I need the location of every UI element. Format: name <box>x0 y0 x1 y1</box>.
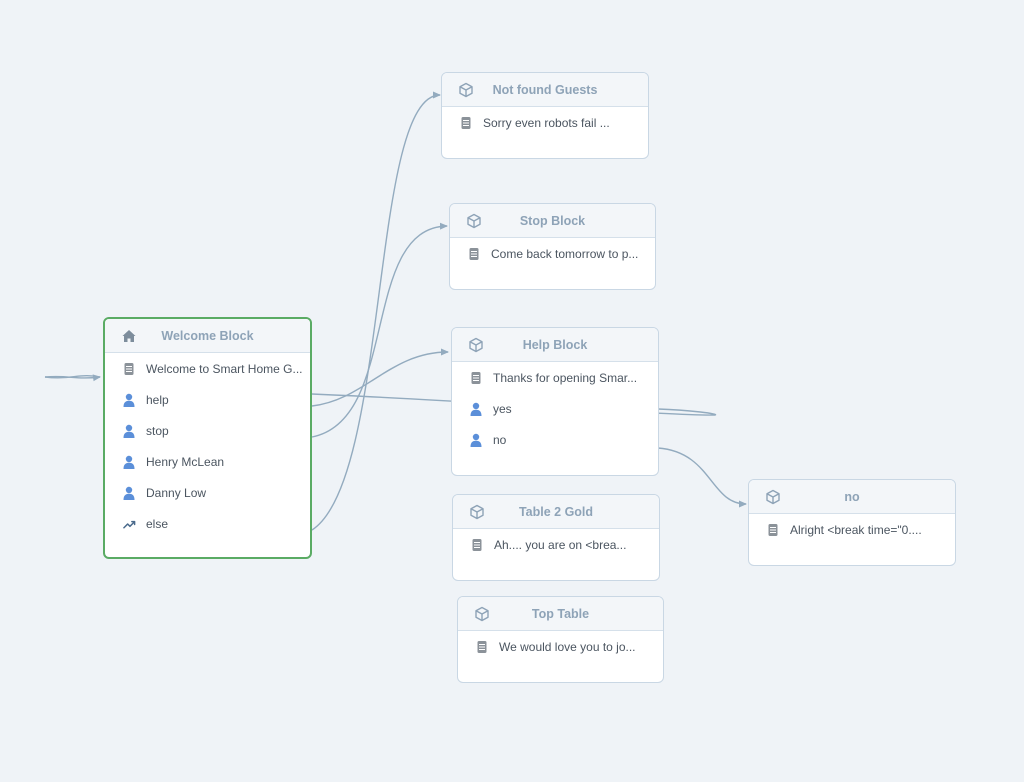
block-row-text: Sorry even robots fail ... <box>483 115 610 130</box>
stop-block[interactable]: Stop Block Come back tomorrow to p... <box>449 203 656 290</box>
help-block[interactable]: Help Block Thanks for opening Smar... ye… <box>451 327 659 476</box>
block-row-text: Alright <break time="0.... <box>790 522 922 537</box>
block-header[interactable]: no <box>749 480 955 514</box>
user-icon <box>123 424 136 438</box>
table-2-gold-row-0[interactable]: Ah.... you are on <brea... <box>453 529 659 560</box>
cube-icon <box>474 606 490 622</box>
block-header[interactable]: Stop Block <box>450 204 655 238</box>
branch-icon <box>123 517 136 531</box>
welcome-block-row-1[interactable]: help <box>105 384 310 415</box>
not-found-guests[interactable]: Not found Guests Sorry even robots fail … <box>441 72 649 159</box>
block-row-text: Thanks for opening Smar... <box>493 370 638 385</box>
block-title: Stop Block <box>519 213 586 228</box>
cube-icon <box>458 82 474 98</box>
block-row-text: Henry McLean <box>146 454 225 469</box>
no-block[interactable]: no Alright <break time="0.... <box>748 479 956 566</box>
welcome-block-row-4[interactable]: Danny Low <box>105 477 310 508</box>
block-row-text: stop <box>146 423 169 438</box>
block-row-text: Ah.... you are on <brea... <box>494 537 627 552</box>
block-title: Top Table <box>531 606 590 621</box>
cube-icon <box>765 489 781 505</box>
stop-block-row-0[interactable]: Come back tomorrow to p... <box>450 238 655 269</box>
block-header[interactable]: Help Block <box>452 328 658 362</box>
block-title: no <box>844 489 860 504</box>
block-header[interactable]: Top Table <box>458 597 663 631</box>
welcome-block-row-0[interactable]: Welcome to Smart Home G... <box>105 353 310 384</box>
welcome-block[interactable]: Welcome Block Welcome to Smart Home G...… <box>103 317 312 559</box>
block-title: Not found Guests <box>492 82 598 97</box>
connector-welcome-stop-block <box>311 222 448 438</box>
user-icon <box>470 402 483 416</box>
block-row-text: no <box>493 432 507 447</box>
message-icon <box>470 371 483 385</box>
block-title: Table 2 Gold <box>518 504 594 519</box>
no-block-row-0[interactable]: Alright <break time="0.... <box>749 514 955 545</box>
user-icon <box>123 393 136 407</box>
connector-welcome-not-found <box>311 91 441 531</box>
help-block-row-0[interactable]: Thanks for opening Smar... <box>452 362 658 393</box>
cube-icon <box>468 337 484 353</box>
user-icon <box>123 486 136 500</box>
message-icon <box>471 538 484 552</box>
block-row-text: help <box>146 392 169 407</box>
block-header[interactable]: Not found Guests <box>442 73 648 107</box>
block-row-text: We would love you to jo... <box>499 639 636 654</box>
user-icon <box>470 433 483 447</box>
block-row-text: Come back tomorrow to p... <box>491 246 639 261</box>
user-icon <box>123 455 136 469</box>
connector-help-no-block <box>657 447 747 508</box>
top-table-row-0[interactable]: We would love you to jo... <box>458 631 663 662</box>
message-icon <box>460 116 473 130</box>
block-title: Help Block <box>522 337 588 352</box>
block-header[interactable]: Table 2 Gold <box>453 495 659 529</box>
block-header[interactable]: Welcome Block <box>105 319 310 353</box>
block-row-text: Welcome to Smart Home G... <box>146 361 303 376</box>
welcome-block-row-2[interactable]: stop <box>105 415 310 446</box>
message-icon <box>468 247 481 261</box>
welcome-block-row-5[interactable]: else <box>105 508 310 539</box>
cube-icon <box>469 504 485 520</box>
top-table[interactable]: Top Table We would love you to jo... <box>457 596 664 683</box>
not-found-guests-row-0[interactable]: Sorry even robots fail ... <box>442 107 648 138</box>
help-block-row-2[interactable]: no <box>452 424 658 455</box>
home-icon <box>121 328 137 344</box>
message-icon <box>476 640 489 654</box>
message-icon <box>767 523 780 537</box>
cube-icon <box>466 213 482 229</box>
block-title: Welcome Block <box>161 328 254 343</box>
welcome-block-row-3[interactable]: Henry McLean <box>105 446 310 477</box>
block-row-text: Danny Low <box>146 485 207 500</box>
block-row-text: yes <box>493 401 512 416</box>
table-2-gold[interactable]: Table 2 Gold Ah.... you are on <brea... <box>452 494 660 581</box>
message-icon <box>123 362 136 376</box>
block-row-text: else <box>146 516 169 531</box>
help-block-row-1[interactable]: yes <box>452 393 658 424</box>
